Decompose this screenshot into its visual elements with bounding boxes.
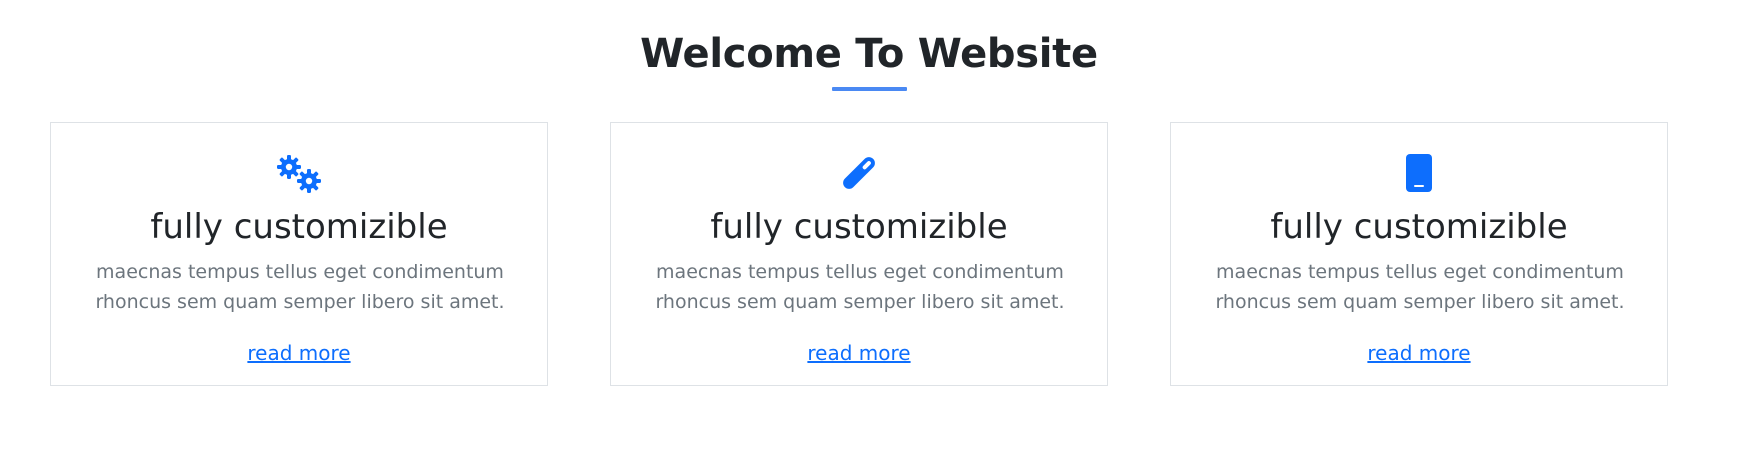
feature-card: fully customizible maecnas tempus tellus…: [1170, 122, 1668, 386]
mobile-phone-icon: [1171, 151, 1667, 195]
feature-card: fully customizible maecnas tempus tellus…: [50, 122, 548, 386]
card-title: fully customizible: [1270, 207, 1568, 247]
section-header: Welcome To Website: [0, 27, 1738, 91]
card-text: maecnas tempus tellus eget condimentum r…: [95, 261, 505, 313]
feature-cards: fully customizible maecnas tempus tellus…: [50, 122, 1688, 388]
pencil-icon: [611, 151, 1107, 195]
read-more-link[interactable]: read more: [1367, 341, 1470, 365]
title-underline: [831, 87, 907, 91]
card-text: maecnas tempus tellus eget condimentum r…: [1215, 261, 1625, 313]
card-title: fully customizible: [150, 207, 448, 247]
feature-card: fully customizible maecnas tempus tellus…: [610, 122, 1108, 386]
features-section: Welcome To Website fully customizible ma…: [0, 0, 1738, 474]
card-text: maecnas tempus tellus eget condimentum r…: [655, 261, 1065, 313]
card-title: fully customizible: [710, 207, 1008, 247]
read-more-link[interactable]: read more: [247, 341, 350, 365]
read-more-link[interactable]: read more: [807, 341, 910, 365]
gears-icon: [51, 151, 547, 195]
page-title: Welcome To Website: [640, 31, 1098, 77]
